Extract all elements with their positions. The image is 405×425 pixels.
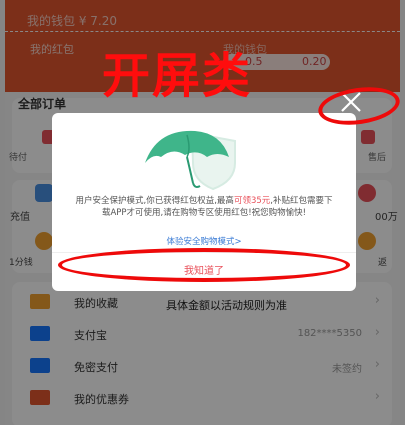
dialog-message-prefix: 用户安全保护模式,你已获得红包权益,最高	[75, 196, 234, 206]
umbrella-shield-icon	[145, 130, 236, 191]
dialog-message: 用户安全保护模式,你已获得红包权益,最高可领35元,补贴红包需要下载APP才可使…	[72, 195, 336, 219]
button-annotation-ring	[58, 248, 350, 282]
annotation-title: 开屏类	[102, 48, 253, 104]
safe-shopping-link[interactable]: 体验安全购物模式>	[52, 235, 356, 247]
dialog-message-highlight: 可领35元	[233, 196, 271, 206]
